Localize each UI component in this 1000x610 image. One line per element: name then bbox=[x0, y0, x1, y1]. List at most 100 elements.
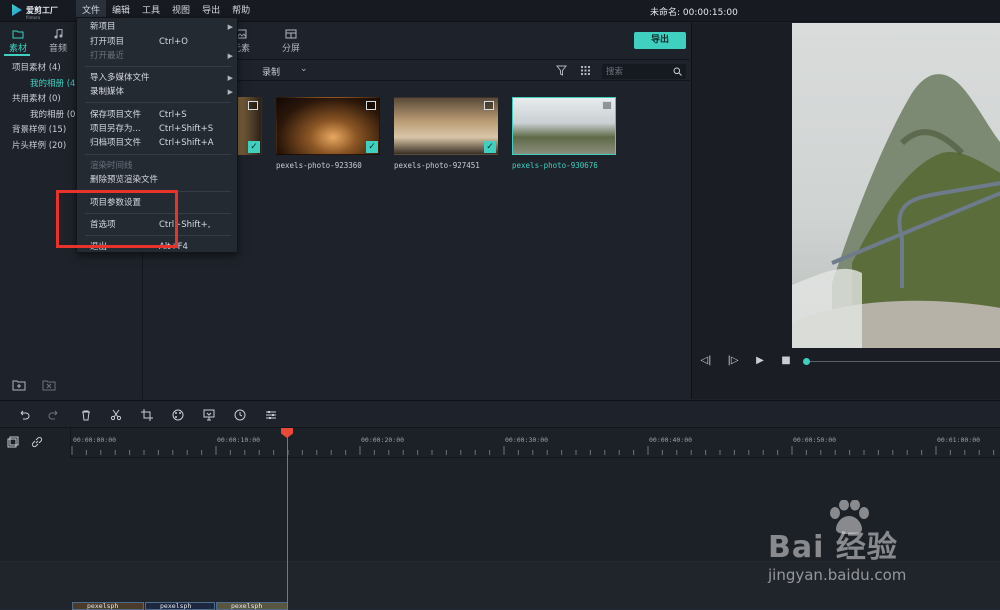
logo-icon bbox=[12, 4, 22, 16]
highlight-annotation bbox=[56, 190, 178, 248]
playback-progress-knob[interactable] bbox=[803, 358, 810, 365]
media-thumbnail[interactable] bbox=[512, 97, 616, 155]
menu-item-archive[interactable]: 归档项目文件 Ctrl+Shift+A bbox=[77, 136, 237, 150]
audio-mixer-icon[interactable] bbox=[265, 409, 277, 421]
menu-item-label: 导入多媒体文件 bbox=[90, 73, 150, 83]
media-item-selected[interactable]: pexels-photo-930676 bbox=[512, 97, 616, 170]
ruler-label: 00:00:50:00 bbox=[793, 436, 837, 444]
preview-image bbox=[792, 23, 1000, 348]
tab-audio[interactable]: 音频 bbox=[40, 29, 76, 54]
menu-item-render-timeline[interactable]: 渲染时间线 bbox=[77, 159, 237, 173]
submenu-arrow-icon: ▶ bbox=[227, 23, 233, 31]
menu-item-import-media[interactable]: 导入多媒体文件 ▶ bbox=[77, 71, 237, 85]
submenu-arrow-icon: ▶ bbox=[227, 74, 233, 82]
record-dropdown[interactable]: 录制 bbox=[262, 65, 280, 78]
menu-item-label: 打开最近 bbox=[90, 51, 125, 61]
tab-active-indicator bbox=[4, 54, 30, 56]
ruler-label: 00:00:20:00 bbox=[361, 436, 405, 444]
timeline-clip[interactable]: pexelsph bbox=[145, 602, 215, 610]
search-input[interactable] bbox=[606, 65, 670, 78]
tab-split-screen-label: 分屏 bbox=[281, 44, 300, 54]
submenu-arrow-icon: ▶ bbox=[227, 52, 233, 60]
watermark-brand: Bai 经验 bbox=[768, 530, 898, 565]
play-icon[interactable]: ▶ bbox=[754, 355, 766, 367]
search-box bbox=[602, 64, 686, 79]
ruler-label: 00:01:00:00 bbox=[937, 436, 981, 444]
timeline-ruler[interactable]: 00:00:00:00 00:00:10:00 00:00:20:00 00:0… bbox=[71, 428, 1000, 458]
app-logo: 爱剪工厂 filmora bbox=[12, 4, 58, 20]
shortcut-label: Ctrl+Shift+S bbox=[159, 124, 214, 134]
menu-item-record-media[interactable]: 录制媒体 ▶ bbox=[77, 85, 237, 99]
media-item-name: pexels-photo-927451 bbox=[394, 161, 480, 170]
green-screen-icon[interactable] bbox=[203, 409, 215, 421]
check-icon: ✓ bbox=[484, 141, 496, 153]
submenu-arrow-icon: ▶ bbox=[227, 88, 233, 96]
menu-item-label: 保存项目文件 bbox=[90, 110, 142, 120]
media-thumbnail[interactable]: ✓ bbox=[394, 97, 498, 155]
color-palette-icon[interactable] bbox=[172, 409, 184, 421]
shortcut-label: Ctrl+O bbox=[159, 37, 188, 47]
crop-icon[interactable] bbox=[141, 409, 153, 421]
menu-item-label: 删除预览渲染文件 bbox=[90, 175, 159, 185]
filter-icon[interactable] bbox=[556, 65, 567, 76]
timeline-clip[interactable]: pexelsph bbox=[72, 602, 144, 610]
delete-icon[interactable] bbox=[80, 409, 92, 421]
prev-frame-icon[interactable]: ◁| bbox=[700, 355, 712, 367]
check-icon: ✓ bbox=[366, 141, 378, 153]
menu-item-new-project[interactable]: 新项目 ▶ bbox=[77, 20, 237, 34]
cut-icon[interactable] bbox=[110, 409, 122, 421]
new-folder-icon[interactable] bbox=[12, 379, 26, 391]
stop-icon[interactable]: ■ bbox=[780, 355, 792, 367]
watermark-url: jingyan.baidu.com bbox=[768, 566, 907, 584]
project-title: 未命名: 00:00:15:00 bbox=[650, 8, 738, 18]
chevron-down-icon[interactable]: ⌄ bbox=[300, 64, 308, 74]
logo-text: 爱剪工厂 bbox=[26, 5, 58, 15]
menu-item-open-recent[interactable]: 打开最近 ▶ bbox=[77, 49, 237, 63]
tab-split-screen[interactable]: 分屏 bbox=[271, 29, 311, 54]
baidu-watermark: Bai 经验 jingyan.baidu.com bbox=[768, 500, 948, 590]
media-thumbnail[interactable]: ✓ bbox=[276, 97, 380, 155]
redo-icon[interactable] bbox=[48, 409, 60, 421]
timeline-clip[interactable]: pexelsph bbox=[216, 602, 288, 610]
menu-item-open-project[interactable]: 打开项目 Ctrl+O bbox=[77, 35, 237, 49]
tab-media-label: 素材 bbox=[8, 44, 27, 54]
split-screen-icon bbox=[285, 29, 297, 39]
image-type-icon bbox=[484, 101, 494, 110]
check-icon: ✓ bbox=[248, 141, 260, 153]
ruler-label: 00:00:30:00 bbox=[505, 436, 549, 444]
logo-subtext: filmora bbox=[26, 15, 41, 20]
preview-frame bbox=[792, 23, 1000, 348]
image-type-icon bbox=[602, 101, 612, 110]
media-item[interactable]: ✓ pexels-photo-923360 bbox=[276, 97, 380, 170]
export-button[interactable]: 导出 bbox=[634, 32, 686, 49]
ruler-label: 00:00:00:00 bbox=[73, 436, 117, 444]
grid-view-icon[interactable] bbox=[580, 65, 591, 76]
menu-item-delete-render[interactable]: 删除预览渲染文件 bbox=[77, 173, 237, 187]
menu-item-save-as[interactable]: 项目另存为... Ctrl+Shift+S bbox=[77, 122, 237, 136]
menu-item-label: 录制媒体 bbox=[90, 87, 125, 97]
menu-item-label: 打开项目 bbox=[90, 37, 125, 47]
tab-audio-label: 音频 bbox=[48, 44, 67, 54]
add-track-icon[interactable] bbox=[7, 436, 19, 448]
tab-media[interactable]: 素材 bbox=[0, 29, 36, 54]
playhead[interactable] bbox=[287, 428, 288, 610]
search-icon[interactable] bbox=[673, 67, 682, 76]
shortcut-label: Ctrl+S bbox=[159, 110, 187, 120]
timeline-toolbar bbox=[0, 400, 1000, 428]
menu-item-label: 归档项目文件 bbox=[90, 138, 142, 148]
link-icon[interactable] bbox=[31, 436, 43, 448]
delete-folder-icon[interactable] bbox=[42, 379, 56, 391]
playback-progress-bar[interactable] bbox=[806, 361, 1000, 362]
undo-icon[interactable] bbox=[18, 409, 30, 421]
menu-item-save-project[interactable]: 保存项目文件 Ctrl+S bbox=[77, 108, 237, 122]
image-type-icon bbox=[248, 101, 258, 110]
next-frame-icon[interactable]: |▷ bbox=[727, 355, 739, 367]
clock-icon[interactable] bbox=[234, 409, 246, 421]
playback-controls: ◁| |▷ ▶ ■ bbox=[692, 351, 1000, 373]
ruler-label: 00:00:10:00 bbox=[217, 436, 261, 444]
image-type-icon bbox=[366, 101, 376, 110]
menu-item-label: 渲染时间线 bbox=[90, 161, 133, 171]
media-item[interactable]: ✓ pexels-photo-927451 bbox=[394, 97, 498, 170]
menu-separator bbox=[85, 102, 231, 103]
media-item-name: pexels-photo-923360 bbox=[276, 161, 362, 170]
